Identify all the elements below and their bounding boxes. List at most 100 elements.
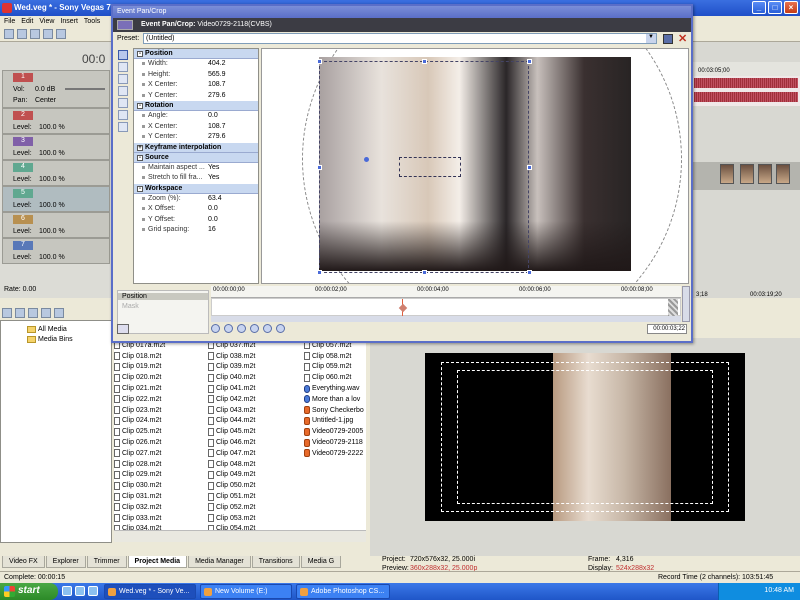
media-file-item[interactable]: Clip 031.m2t bbox=[114, 491, 214, 502]
media-file-item[interactable]: Video0729-2222 bbox=[304, 448, 364, 459]
prop-value[interactable]: 565.9 bbox=[208, 71, 226, 78]
prop-row[interactable]: Y Offset: 0.0 bbox=[134, 215, 258, 226]
menu-file[interactable]: File bbox=[4, 18, 15, 26]
remove-icon[interactable] bbox=[41, 308, 51, 318]
media-file-item[interactable]: Clip 040.m2t bbox=[208, 372, 308, 383]
new-icon[interactable] bbox=[4, 29, 14, 39]
collapse-icon[interactable]: - bbox=[137, 185, 143, 192]
menu-edit[interactable]: Edit bbox=[21, 18, 33, 26]
prop-value[interactable]: 279.6 bbox=[208, 92, 226, 99]
media-file-item[interactable]: Clip 027.m2t bbox=[114, 448, 214, 459]
track-header[interactable]: 1 Vol: 0.0 dB Pan: Center bbox=[2, 70, 110, 108]
size-about-center-icon[interactable] bbox=[118, 98, 128, 108]
prev-keyframe-icon[interactable] bbox=[224, 324, 233, 333]
close-button[interactable]: × bbox=[784, 1, 798, 14]
tab-video-fx[interactable]: Video FX bbox=[2, 556, 45, 568]
crop-handle[interactable] bbox=[317, 270, 322, 275]
keyframe-scrollbar[interactable] bbox=[211, 316, 681, 322]
last-keyframe-icon[interactable] bbox=[250, 324, 259, 333]
media-file-item[interactable]: Clip 023.m2t bbox=[114, 405, 214, 416]
delete-keyframe-icon[interactable] bbox=[276, 324, 285, 333]
maximize-button[interactable]: □ bbox=[768, 1, 782, 14]
media-file-item[interactable]: Clip 042.m2t bbox=[208, 394, 308, 405]
media-file-item[interactable]: Clip 025.m2t bbox=[114, 426, 214, 437]
add-keyframe-icon[interactable] bbox=[263, 324, 272, 333]
media-file-item[interactable]: More than a lov bbox=[304, 394, 364, 405]
crop-handle[interactable] bbox=[422, 59, 427, 64]
prop-value[interactable]: 404.2 bbox=[208, 60, 226, 67]
kf-label-position[interactable]: Position bbox=[118, 293, 208, 300]
media-file-item[interactable]: Clip 018.m2t bbox=[114, 351, 214, 362]
section-keyframe-interpolation[interactable]: + Keyframe interpolation bbox=[134, 142, 258, 153]
media-file-item[interactable]: Clip 041.m2t bbox=[208, 383, 308, 394]
media-file-item[interactable]: Clip 059.m2t bbox=[304, 362, 364, 373]
media-file-item[interactable]: Clip 038.m2t bbox=[208, 351, 308, 362]
task-new-volume[interactable]: New Volume (E:) bbox=[200, 584, 292, 599]
prop-value[interactable]: 0.0 bbox=[208, 112, 218, 119]
preset-dropdown[interactable]: (Untitled) ▼ bbox=[143, 33, 657, 44]
start-button[interactable]: start bbox=[0, 583, 58, 600]
prop-value[interactable]: 0.0 bbox=[208, 205, 218, 212]
task-photoshop[interactable]: Adobe Photoshop CS... bbox=[296, 584, 390, 599]
prop-row[interactable]: Grid spacing: 16 bbox=[134, 225, 258, 236]
prop-value[interactable]: 108.7 bbox=[208, 81, 226, 88]
prop-row[interactable]: Y Center: 279.6 bbox=[134, 91, 258, 102]
media-file-item[interactable]: Clip 053.m2t bbox=[208, 513, 308, 524]
crop-handle[interactable] bbox=[422, 270, 427, 275]
crop-handle[interactable] bbox=[317, 59, 322, 64]
media-file-item[interactable]: Clip 058.m2t bbox=[304, 351, 364, 362]
collapse-icon[interactable]: - bbox=[137, 154, 143, 161]
prop-row[interactable]: Width: 404.2 bbox=[134, 59, 258, 70]
prop-row[interactable]: Y Center: 279.6 bbox=[134, 132, 258, 143]
menu-view[interactable]: View bbox=[39, 18, 54, 26]
desktop-icon[interactable] bbox=[75, 586, 85, 596]
keyframe-track[interactable] bbox=[211, 298, 681, 317]
move-freely-icon[interactable] bbox=[118, 110, 128, 120]
prop-value[interactable]: Yes bbox=[208, 164, 219, 171]
keyframe-time[interactable]: 00:00:03;22 bbox=[647, 324, 687, 334]
prop-row[interactable]: Stretch to fill fra... Yes bbox=[134, 173, 258, 184]
dialog-title-bar[interactable]: Event Pan/Crop bbox=[113, 6, 691, 18]
volume-slider[interactable] bbox=[65, 88, 105, 90]
pan-crop-workspace[interactable] bbox=[261, 48, 689, 284]
first-keyframe-icon[interactable] bbox=[211, 324, 220, 333]
crop-handle[interactable] bbox=[527, 165, 532, 170]
prop-row[interactable]: X Center: 108.7 bbox=[134, 80, 258, 91]
media-file-item[interactable]: Clip 050.m2t bbox=[208, 480, 308, 491]
save-as-icon[interactable] bbox=[43, 29, 53, 39]
tab-explorer[interactable]: Explorer bbox=[45, 556, 86, 568]
keyframe-vscroll[interactable] bbox=[682, 286, 690, 322]
chevron-down-icon[interactable]: ▼ bbox=[646, 34, 656, 43]
crop-handle[interactable] bbox=[527, 59, 532, 64]
media-file-item[interactable]: Video0729-2005 bbox=[304, 426, 364, 437]
crop-handle[interactable] bbox=[527, 270, 532, 275]
prop-row[interactable]: Angle: 0.0 bbox=[134, 111, 258, 122]
media-file-item[interactable]: Clip 043.m2t bbox=[208, 405, 308, 416]
tab-media-generators[interactable]: Media G bbox=[300, 556, 342, 568]
prop-row[interactable]: X Offset: 0.0 bbox=[134, 204, 258, 215]
menu-tools[interactable]: Tools bbox=[84, 18, 100, 26]
explorer-icon[interactable] bbox=[88, 586, 98, 596]
capture-icon[interactable] bbox=[15, 308, 25, 318]
next-keyframe-icon[interactable] bbox=[237, 324, 246, 333]
normal-edit-tool-icon[interactable] bbox=[118, 50, 128, 60]
prop-value[interactable]: 0.0 bbox=[208, 216, 218, 223]
media-file-item[interactable]: Clip 032.m2t bbox=[114, 502, 214, 513]
media-file-item[interactable]: Clip 020.m2t bbox=[114, 372, 214, 383]
media-file-item[interactable]: Clip 026.m2t bbox=[114, 437, 214, 448]
tree-item-all-media[interactable]: All Media bbox=[27, 326, 67, 333]
media-file-item[interactable]: Clip 048.m2t bbox=[208, 459, 308, 470]
task-vegas[interactable]: Wed.veg * - Sony Ve... bbox=[104, 584, 196, 599]
zoom-tool-icon[interactable] bbox=[118, 74, 128, 84]
media-file-item[interactable]: Clip 051.m2t bbox=[208, 491, 308, 502]
media-file-item[interactable]: Everything.wav bbox=[304, 383, 364, 394]
expand-icon[interactable]: + bbox=[137, 144, 143, 151]
collapse-icon[interactable]: - bbox=[137, 103, 143, 109]
collapse-icon[interactable]: - bbox=[137, 51, 143, 57]
track-header[interactable]: 5 Level: 100.0 % bbox=[2, 186, 110, 212]
crop-center-point[interactable] bbox=[364, 157, 369, 162]
track-header[interactable]: 6 Level: 100.0 % bbox=[2, 212, 110, 238]
media-file-item[interactable]: Clip 033.m2t bbox=[114, 513, 214, 524]
section-position[interactable]: - Position bbox=[134, 49, 258, 59]
prop-row[interactable]: Zoom (%): 63.4 bbox=[134, 194, 258, 205]
